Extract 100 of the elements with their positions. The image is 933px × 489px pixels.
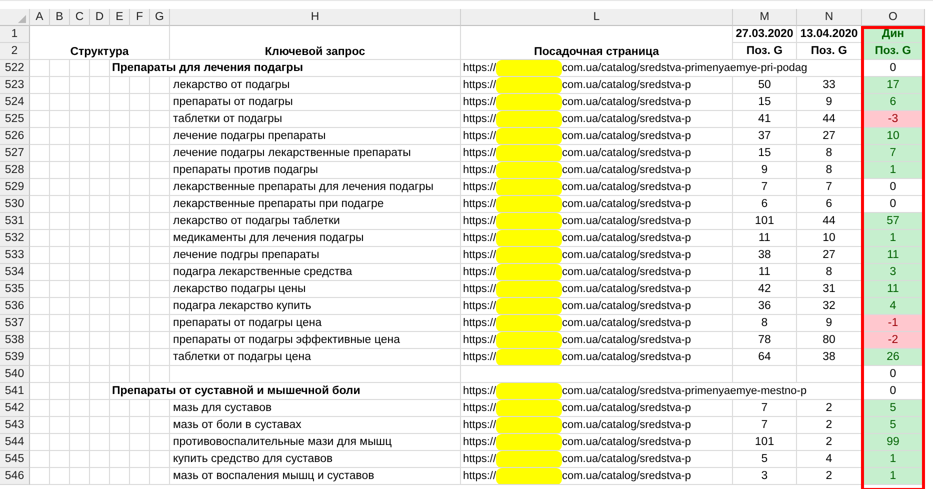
row-number[interactable]: 532: [0, 230, 30, 247]
redaction-mark: [496, 196, 562, 212]
url-text: com.ua/catalog/sredstva-p: [562, 300, 692, 312]
row-number[interactable]: 526: [0, 128, 30, 145]
header-cell: Посадочная страница: [534, 46, 660, 58]
row-number[interactable]: 538: [0, 332, 30, 349]
column-header[interactable]: L: [461, 9, 733, 26]
table-cell: 32: [797, 298, 862, 315]
redaction-mark: [496, 247, 562, 263]
keyword-text: подагра лекарство купить: [173, 300, 312, 312]
header-cell: Ключевой запрос: [264, 46, 366, 58]
column-header[interactable]: F: [130, 9, 150, 26]
row-number[interactable]: 524: [0, 94, 30, 111]
column-header[interactable]: E: [110, 9, 130, 26]
row-number[interactable]: 530: [0, 196, 30, 213]
table-cell: 6: [862, 94, 925, 111]
column-header[interactable]: G: [150, 9, 170, 26]
url-text: com.ua/catalog/sredstva-primenyaemye-mestno-p: [562, 385, 807, 397]
table-cell: 15: [733, 94, 797, 111]
table-cell: 31: [797, 281, 862, 298]
row-number[interactable]: 541: [0, 383, 30, 400]
column-header[interactable]: O: [862, 9, 925, 26]
column-header[interactable]: H: [170, 9, 461, 26]
keyword-text: подагра лекарственные средства: [173, 266, 352, 278]
row-number[interactable]: 540: [0, 366, 30, 383]
table-cell: 64: [733, 349, 797, 366]
column-header[interactable]: M: [733, 9, 797, 26]
table-cell: 6: [733, 196, 797, 213]
row-number[interactable]: 2: [0, 43, 30, 60]
row-number[interactable]: 533: [0, 247, 30, 264]
url-text: com.ua/catalog/sredstva-p: [562, 436, 692, 448]
keyword-text: лекарственные препараты для лечения подагры: [173, 181, 434, 193]
keyword-text: препараты от подагры: [173, 96, 293, 108]
column-header[interactable]: A: [30, 9, 50, 26]
row-number[interactable]: 528: [0, 162, 30, 179]
column-header[interactable]: C: [70, 9, 90, 26]
keyword-text: мазь для суставов: [173, 402, 272, 414]
keyword-text: препараты от подагры эффективные цена: [173, 334, 400, 346]
url-text: com.ua/catalog/sredstva-p: [562, 232, 692, 244]
table-cell: 11: [862, 247, 925, 264]
table-cell: 26: [862, 349, 925, 366]
row-number[interactable]: 527: [0, 145, 30, 162]
row-number[interactable]: 535: [0, 281, 30, 298]
row-number[interactable]: 539: [0, 349, 30, 366]
table-cell: 101: [733, 434, 797, 451]
table-cell: 15: [733, 145, 797, 162]
row-number[interactable]: 546: [0, 468, 30, 485]
url-text: com.ua/catalog/sredstva-p: [562, 419, 692, 431]
keyword-text: мазь от боли в суставах: [173, 419, 302, 431]
table-cell: 80: [797, 332, 862, 349]
url-text: https://: [463, 249, 496, 261]
table-cell: 9: [797, 315, 862, 332]
row-number[interactable]: 522: [0, 60, 30, 77]
table-cell: 7: [733, 179, 797, 196]
table-cell: 1: [862, 451, 925, 468]
url-text: https://: [463, 300, 496, 312]
table-cell: 27: [797, 128, 862, 145]
row-number[interactable]: 529: [0, 179, 30, 196]
url-text: com.ua/catalog/sredstva-p: [562, 351, 692, 363]
redaction-mark: [496, 298, 562, 314]
row-number[interactable]: 543: [0, 417, 30, 434]
column-header[interactable]: N: [797, 9, 862, 26]
group-title: Препараты от суставной и мышечной боли: [112, 385, 360, 397]
row-number[interactable]: 531: [0, 213, 30, 230]
table-cell: -1: [862, 315, 925, 332]
table-cell: 41: [733, 111, 797, 128]
row-number[interactable]: 542: [0, 400, 30, 417]
url-text: https://: [463, 62, 496, 74]
column-header[interactable]: D: [90, 9, 110, 26]
table-cell: 42: [733, 281, 797, 298]
redaction-mark: [496, 128, 562, 144]
row-number[interactable]: 534: [0, 264, 30, 281]
table-cell: 2: [797, 400, 862, 417]
table-cell: 2: [797, 468, 862, 485]
row-number[interactable]: 1: [0, 26, 30, 43]
table-cell: 4: [862, 298, 925, 315]
url-text: com.ua/catalog/sredstva-p: [562, 402, 692, 414]
row-number[interactable]: 537: [0, 315, 30, 332]
url-text: com.ua/catalog/sredstva-p: [562, 266, 692, 278]
row-number[interactable]: 525: [0, 111, 30, 128]
table-cell: 10: [862, 128, 925, 145]
row-number[interactable]: 545: [0, 451, 30, 468]
column-header[interactable]: B: [50, 9, 70, 26]
table-cell: 9: [797, 94, 862, 111]
table-cell: 11: [733, 264, 797, 281]
select-all-icon[interactable]: [18, 15, 26, 23]
keyword-text: лекарство от подагры: [173, 79, 290, 91]
redaction-mark: [496, 111, 562, 127]
row-number[interactable]: 544: [0, 434, 30, 451]
row-number[interactable]: 523: [0, 77, 30, 94]
redaction-mark: [496, 400, 562, 416]
row-number[interactable]: 536: [0, 298, 30, 315]
url-text: https://: [463, 130, 496, 142]
url-text: com.ua/catalog/sredstva-p: [562, 164, 692, 176]
table-cell: 7: [733, 417, 797, 434]
url-text: com.ua/catalog/sredstva-p: [562, 453, 692, 465]
url-text: https://: [463, 266, 496, 278]
url-text: com.ua/catalog/sredstva-p: [562, 181, 692, 193]
url-text: https://: [463, 147, 496, 159]
keyword-text: противовоспалительные мази для мышц: [173, 436, 392, 448]
